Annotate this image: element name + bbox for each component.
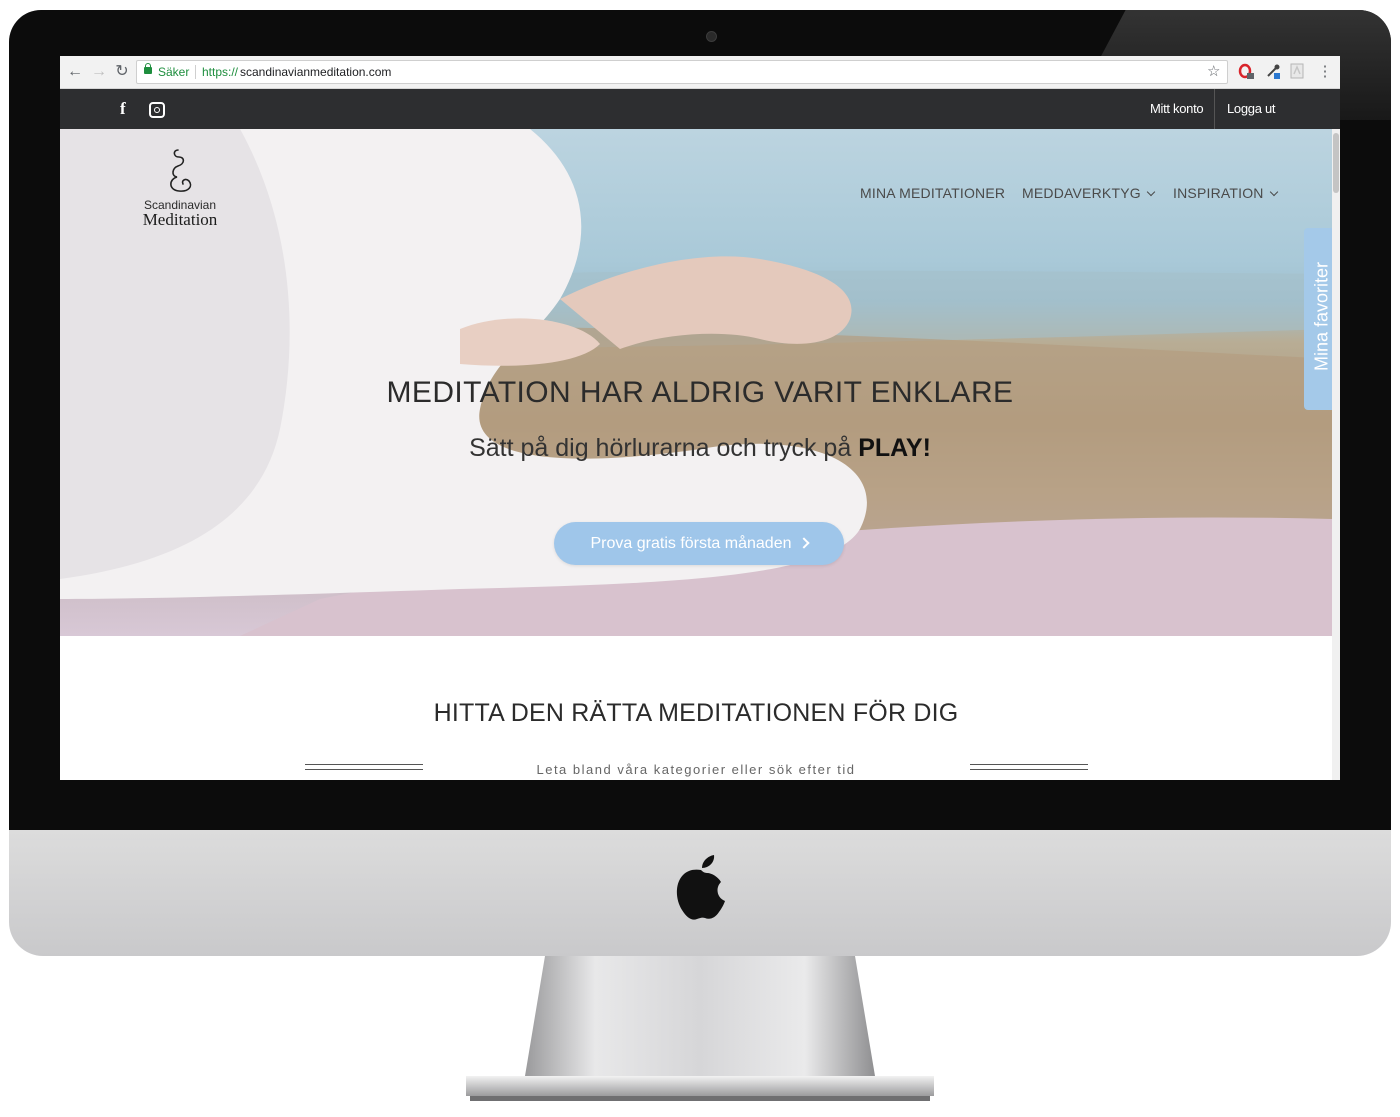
nav-label: MINA MEDITATIONER [860, 185, 1006, 201]
hero-subtitle: Sätt på dig hörlurarna och tryck på PLAY… [60, 434, 1332, 463]
section-subtitle: Leta bland våra kategorier eller sök eft… [536, 762, 856, 777]
nav-item-tools[interactable]: MEDDAVERKTYG [1022, 185, 1156, 201]
pdf-extension-icon[interactable] [1289, 63, 1305, 79]
page-scrollbar[interactable] [1332, 129, 1340, 780]
facebook-icon[interactable]: f [120, 100, 126, 118]
reload-icon[interactable]: ↻ [113, 63, 131, 81]
my-account-link[interactable]: Mitt konto [1150, 101, 1204, 116]
logo-line2: Meditation [142, 210, 218, 229]
hero-subtitle-emphasis: PLAY! [858, 434, 931, 462]
kebab-menu-icon[interactable]: ⋮ [1316, 63, 1334, 81]
arrow-left-icon[interactable]: ← [66, 63, 84, 81]
apple-logo-icon [676, 855, 725, 920]
imac-stand [466, 956, 934, 1101]
secure-label: Säker [158, 65, 190, 79]
cta-label: Prova gratis första månaden [590, 535, 792, 552]
site-logo[interactable]: Scandinavian Meditation [135, 146, 225, 230]
address-bar[interactable]: Säker https:// scandinavianmeditation.co… [136, 60, 1228, 84]
chevron-down-icon [1146, 187, 1156, 197]
chevron-right-icon [797, 537, 810, 549]
url-scheme: https:// [202, 65, 239, 79]
url-host: scandinavianmeditation.com [240, 65, 392, 79]
browser-toolbar: ← → ↻ Säker https:// scandinavianmeditat… [60, 56, 1340, 89]
url-separator [195, 65, 196, 79]
site-topbar: f Mitt konto Logga ut [60, 89, 1340, 129]
nav-label: INSPIRATION [1173, 185, 1264, 201]
free-trial-button[interactable]: Prova gratis första månaden [554, 522, 844, 565]
nav-label: MEDDAVERKTYG [1022, 185, 1141, 201]
eyedropper-extension-icon[interactable] [1265, 63, 1281, 79]
star-icon[interactable]: ☆ [1207, 61, 1220, 83]
hero-subtitle-text: Sätt på dig hörlurarna och tryck på [469, 434, 852, 462]
hero-banner: Scandinavian Meditation MINA MEDITATIONE… [60, 129, 1332, 636]
logout-link[interactable]: Logga ut [1227, 101, 1276, 116]
favorites-label: Mina favoriter [1311, 261, 1332, 372]
instagram-icon[interactable] [149, 102, 165, 118]
nav-item-my-meditations[interactable]: MINA MEDITATIONER [860, 185, 1005, 201]
section-title: HITTA DEN RÄTTA MEDITATIONEN FÖR DIG [433, 699, 959, 727]
arrow-right-icon[interactable]: → [90, 63, 108, 81]
chevron-down-icon [1269, 187, 1278, 197]
camera [706, 31, 717, 42]
topbar-divider [1214, 89, 1215, 129]
lock-icon [144, 63, 152, 74]
screen: ← → ↻ Säker https:// scandinavianmeditat… [60, 56, 1340, 780]
scrollbar-thumb[interactable] [1333, 133, 1339, 193]
logo-mark-icon [170, 149, 192, 192]
opera-extension-icon[interactable] [1238, 63, 1254, 79]
nav-item-inspiration[interactable]: INSPIRATION [1173, 185, 1278, 201]
hero-title: MEDITATION HAR ALDRIG VARIT ENKLARE [386, 376, 1014, 409]
